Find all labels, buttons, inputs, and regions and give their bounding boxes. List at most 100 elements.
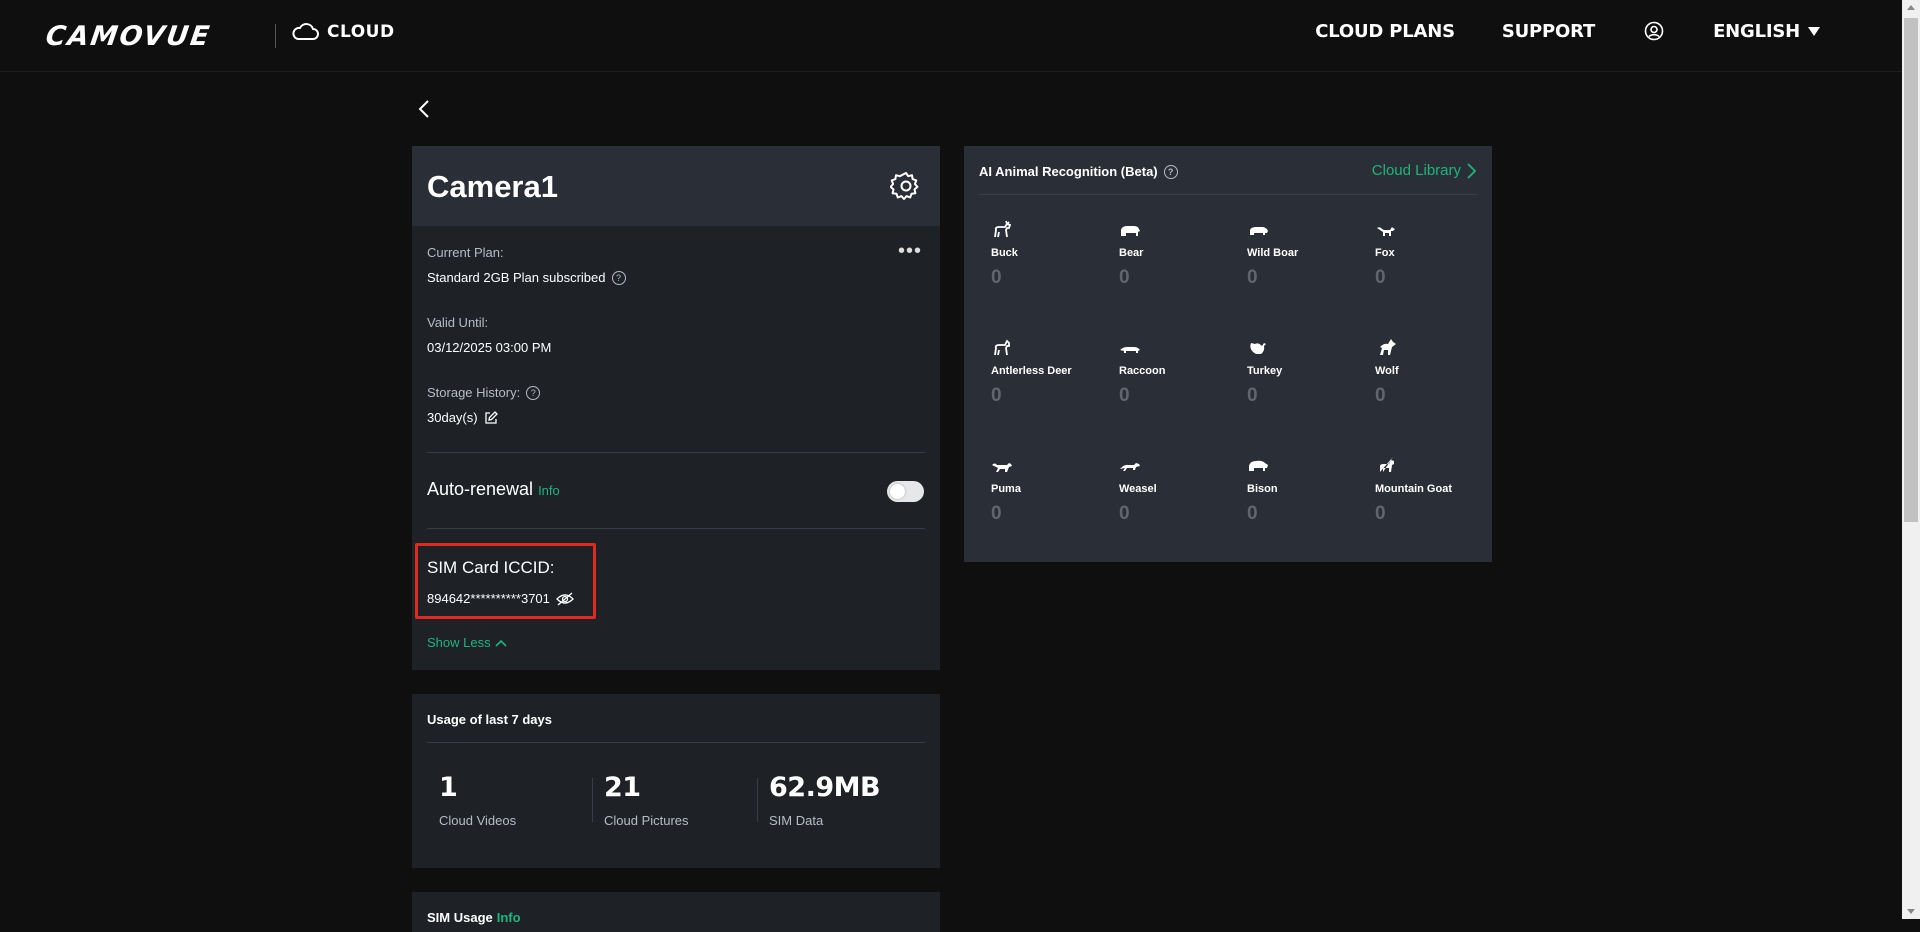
page-scrollbar[interactable] (1902, 0, 1920, 919)
chevron-up-icon (495, 639, 507, 647)
camera-card-header: Camera1 (412, 146, 940, 226)
doe-icon (994, 339, 1010, 356)
divider (427, 452, 925, 453)
animal-name: Fox (1375, 247, 1395, 259)
nav-support[interactable]: SUPPORT (1502, 21, 1595, 42)
edit-icon[interactable] (484, 410, 498, 425)
animal-wolf[interactable]: Wolf 0 (1375, 338, 1495, 407)
animal-count: 0 (991, 385, 1002, 406)
animal-wild-boar[interactable]: Wild Boar 0 (1247, 220, 1367, 289)
animal-turkey[interactable]: Turkey 0 (1247, 338, 1367, 407)
camovue-logo[interactable]: CAMOVUE (43, 20, 214, 52)
animal-name: Buck (991, 247, 1018, 259)
animal-raccoon[interactable]: Raccoon 0 (1119, 338, 1239, 407)
eye-hidden-icon[interactable] (555, 592, 574, 606)
camera-card: Camera1 ••• Current Plan: Standard 2GB P… (412, 146, 940, 670)
fox-icon (1377, 227, 1395, 236)
help-icon[interactable]: ? (1163, 164, 1178, 179)
animal-name: Bear (1119, 247, 1144, 259)
stat-value: 62.9MB (769, 772, 881, 803)
caret-down-icon (1808, 26, 1820, 36)
bear-icon (1121, 226, 1140, 236)
storage-history-value: 30day(s) (427, 410, 498, 425)
boar-icon (1250, 227, 1268, 235)
animal-count: 0 (1247, 385, 1258, 406)
weasel-icon (1120, 463, 1140, 471)
animal-name: Bison (1247, 483, 1278, 495)
bison-icon (1249, 460, 1268, 471)
auto-renewal-info-link[interactable]: Info (538, 483, 560, 498)
sim-iccid-value: 894642**********3701 (427, 591, 574, 606)
stat-value: 21 (604, 772, 641, 803)
toggle-knob (890, 484, 905, 499)
back-button[interactable] (414, 96, 434, 122)
animal-puma[interactable]: Puma 0 (991, 456, 1111, 525)
animal-count: 0 (1375, 503, 1386, 524)
auto-renewal-label: Auto-renewal (427, 479, 534, 499)
ai-recognition-card: AI Animal Recognition (Beta) ? Cloud Lib… (964, 146, 1492, 562)
stat-label: Cloud Pictures (604, 813, 689, 828)
animal-count: 0 (1247, 267, 1258, 288)
sim-usage-info-link[interactable]: Info (497, 910, 521, 925)
show-less-link[interactable]: Show Less (427, 635, 507, 650)
animal-count: 0 (1375, 385, 1386, 406)
animal-antlerless-deer[interactable]: Antlerless Deer 0 (991, 338, 1111, 407)
top-header: CAMOVUE CLOUD CLOUD PLANS SUPPORT ENGLIS… (0, 0, 1902, 72)
usage-title: Usage of last 7 days (427, 712, 552, 727)
animal-name: Puma (991, 483, 1021, 495)
divider (427, 528, 925, 529)
cloud-library-link[interactable]: Cloud Library (1372, 162, 1476, 179)
nav-cloud-plans[interactable]: CLOUD PLANS (1315, 21, 1455, 42)
animal-name: Mountain Goat (1375, 483, 1452, 495)
language-label: ENGLISH (1713, 20, 1800, 42)
animal-weasel[interactable]: Weasel 0 (1119, 456, 1239, 525)
goat-icon (1380, 457, 1394, 472)
scroll-up-arrow-icon[interactable] (1907, 5, 1915, 10)
animal-count: 0 (991, 267, 1002, 288)
animal-count: 0 (1247, 503, 1258, 524)
help-icon[interactable]: ? (526, 385, 541, 400)
divider (427, 742, 925, 743)
animal-buck[interactable]: Buck 0 (991, 220, 1111, 289)
puma-icon (992, 463, 1012, 472)
animal-count: 0 (1119, 503, 1130, 524)
user-account-icon[interactable] (1643, 20, 1665, 42)
deer-icon (994, 220, 1012, 238)
auto-renewal-row: Auto-renewal Info (427, 479, 560, 500)
stat-sim-data: 62.9MB SIM Data (769, 772, 881, 828)
divider (979, 194, 1477, 195)
valid-until-label: Valid Until: (427, 315, 489, 330)
stat-divider (757, 778, 758, 822)
animal-fox[interactable]: Fox 0 (1375, 220, 1495, 289)
animal-bear[interactable]: Bear 0 (1119, 220, 1239, 289)
stat-cloud-videos: 1 Cloud Videos (439, 772, 516, 828)
scroll-down-arrow-icon[interactable] (1907, 909, 1915, 914)
current-plan-label: Current Plan: (427, 245, 504, 260)
chevron-left-icon (418, 100, 429, 118)
camera-name: Camera1 (427, 169, 558, 204)
usage-card: Usage of last 7 days 1 Cloud Videos 21 C… (412, 694, 940, 868)
current-plan-value: Standard 2GB Plan subscribed ? (427, 270, 626, 285)
stat-label: SIM Data (769, 813, 824, 828)
language-selector[interactable]: ENGLISH (1713, 21, 1820, 42)
animal-mountain-goat[interactable]: Mountain Goat 0 (1375, 456, 1495, 525)
animal-name: Weasel (1119, 483, 1157, 495)
more-options-icon[interactable]: ••• (898, 241, 922, 261)
auto-renewal-toggle[interactable] (887, 481, 924, 502)
sim-iccid-label: SIM Card ICCID: (427, 558, 555, 577)
animal-name: Turkey (1247, 365, 1283, 377)
valid-until-value: 03/12/2025 03:00 PM (427, 340, 552, 355)
animal-name: Wolf (1375, 365, 1399, 377)
cloud-brand[interactable]: CLOUD (291, 22, 395, 42)
animal-bison[interactable]: Bison 0 (1247, 456, 1367, 525)
stat-divider (592, 778, 593, 822)
logo-text: CAMOVUE (43, 20, 214, 52)
gear-icon[interactable] (890, 170, 922, 202)
top-nav: CLOUD PLANS SUPPORT ENGLISH (1315, 20, 1820, 42)
help-icon[interactable]: ? (611, 270, 626, 285)
stat-value: 1 (439, 772, 458, 803)
animal-name: Wild Boar (1247, 247, 1299, 259)
ai-title: AI Animal Recognition (Beta) ? (979, 164, 1178, 179)
scroll-thumb[interactable] (1904, 18, 1918, 522)
turkey-icon (1250, 343, 1266, 354)
